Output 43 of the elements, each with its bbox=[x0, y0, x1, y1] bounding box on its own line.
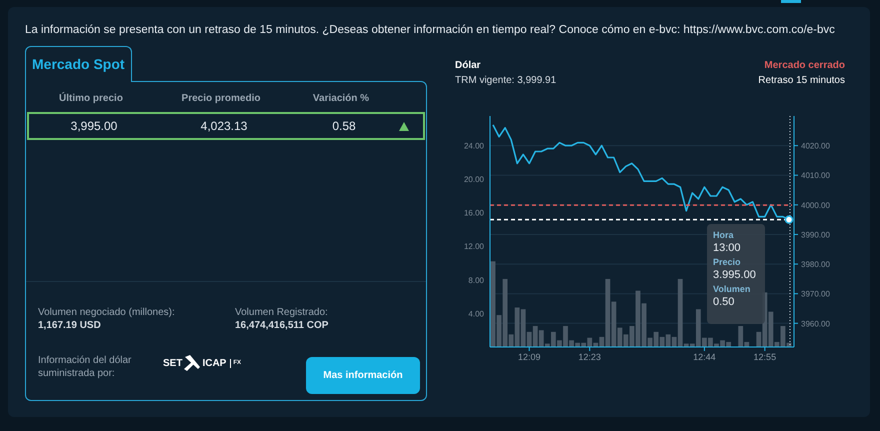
x-tick-label: 12:23 bbox=[578, 352, 601, 362]
y-tick-label: 4010.00 bbox=[801, 171, 830, 180]
y-tick-label: 20.00 bbox=[464, 175, 484, 184]
column-header: Último precio bbox=[59, 93, 123, 104]
y-tick-label: 4020.00 bbox=[801, 142, 830, 151]
y-tick-label: 3970.00 bbox=[801, 290, 830, 299]
table-cell: 4,023.13 bbox=[200, 119, 248, 133]
y-tick-label: 4000.00 bbox=[801, 200, 830, 210]
tab[interactable]: Mercado Spot bbox=[25, 46, 132, 82]
delay-label: Retraso 15 minutos bbox=[758, 74, 845, 88]
column-header: Variación % bbox=[312, 93, 370, 104]
chart-title: Dólar bbox=[455, 59, 482, 73]
stat-value: 1,167.19 USD bbox=[38, 319, 102, 332]
y-tick-label: 3990.00 bbox=[801, 230, 830, 240]
tooltip-value: 13:00 bbox=[713, 241, 742, 256]
table-row[interactable]: 3,995.00 4,023.13 0.58 bbox=[27, 112, 425, 140]
y-tick-label: 12.00 bbox=[464, 242, 484, 252]
tooltip-value: 3.995.00 bbox=[713, 268, 757, 283]
y-tick-label: 8.00 bbox=[468, 276, 484, 285]
tooltip-label: Precio bbox=[713, 256, 742, 268]
y-tick-label: 4.00 bbox=[468, 309, 484, 318]
delay-notice: La información se presenta con un retraso de 15 minutos. ¿Deseas obtener información en tiempo real? Conoce cómo en e-bvc: https://www.bvc.com.co/e-bvc bbox=[25, 23, 836, 38]
table-cell: 0.58 bbox=[332, 119, 356, 133]
x-tick-label: 12:55 bbox=[754, 352, 776, 362]
market-status: Mercado cerrado bbox=[763, 59, 845, 73]
tooltip-value: 0.50 bbox=[713, 295, 736, 310]
stat-value: 16,474,416,511 COP bbox=[235, 319, 328, 332]
table-cell: 3,995.00 bbox=[70, 119, 118, 133]
price-marker bbox=[784, 215, 794, 224]
active-tab-marker bbox=[781, 0, 801, 3]
stat-label: Volumen Registrado: bbox=[235, 306, 328, 319]
y-tick-label: 24.00 bbox=[464, 141, 484, 150]
trm-value: TRM vigente: 3,999.91 bbox=[455, 74, 556, 88]
stat-label: Volumen negociado (millones): bbox=[38, 306, 176, 319]
y-tick-label: 3980.00 bbox=[801, 260, 830, 270]
column-header: Precio promedio bbox=[182, 93, 260, 104]
y-tick-label: 3960.00 bbox=[801, 319, 830, 328]
provider-label: Información del dólar suministrada por: bbox=[38, 354, 132, 380]
y-tick-label: 16.00 bbox=[464, 208, 484, 218]
tooltip-label: Hora bbox=[713, 229, 735, 241]
tooltip-label: Volumen bbox=[713, 283, 752, 295]
x-tick-label: 12:09 bbox=[518, 352, 541, 362]
x-tick-label: 12:44 bbox=[693, 352, 716, 362]
